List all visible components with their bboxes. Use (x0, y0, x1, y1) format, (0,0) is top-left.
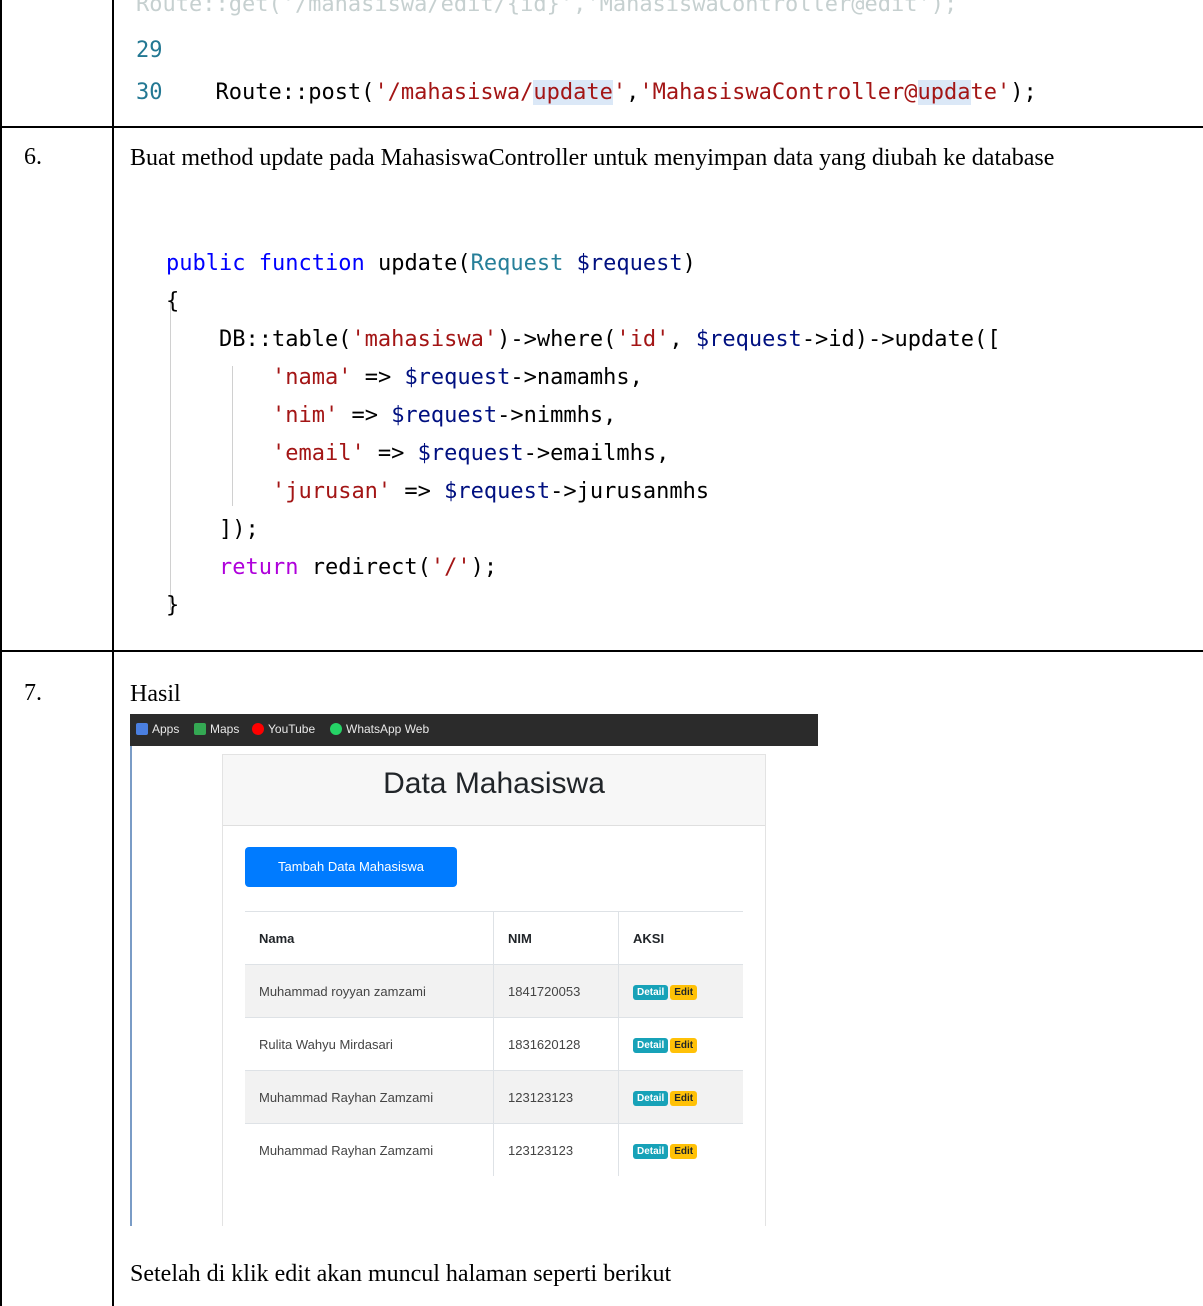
cell-nama: Muhammad royyan zamzami (245, 964, 494, 1018)
card-header: Data Mahasiswa (223, 755, 765, 826)
clipped-code-line: Route::get('/mahasiswa/edit/{id}','Mahas… (136, 0, 958, 17)
method-code-line: 'jurusan' => $request->jurusanmhs (271, 479, 710, 504)
method-code-line: 'nim' => $request->nimmhs, (271, 403, 617, 428)
table-border-left (0, 0, 2, 1306)
table-row: Rulita Wahyu Mirdasari 1831620128 Detail Ed… (245, 1017, 743, 1071)
method-code-line: ]); (166, 517, 259, 542)
row-divider (0, 126, 1203, 128)
row-divider (0, 650, 1203, 652)
column-divider (112, 0, 114, 1306)
cell-nama: Rulita Wahyu Mirdasari (245, 1017, 494, 1071)
step-description: Buat method update pada MahasiswaControl… (130, 145, 1055, 171)
edit-button[interactable]: Edit (670, 1037, 698, 1053)
bookmark-youtube[interactable]: YouTube (252, 722, 315, 736)
document-table: Route::get('/mahasiswa/edit/{id}','Mahas… (0, 0, 1203, 1306)
cell-nim: 123123123 (493, 1070, 619, 1124)
step-footer-text: Setelah di klik edit akan muncul halaman… (130, 1261, 672, 1287)
cell-aksi: Detail Edit (618, 1123, 743, 1176)
apps-grid-icon (136, 723, 148, 735)
table-row: Muhammad Rayhan Zamzami 123123123 Detail Ed… (245, 1070, 743, 1124)
cell-aksi: Detail Edit (618, 1070, 743, 1124)
youtube-icon (252, 723, 264, 735)
method-code-line: { (166, 289, 180, 314)
cell-aksi: Detail Edit (618, 964, 743, 1018)
window-edge (130, 746, 132, 1226)
col-header-nim: NIM (493, 911, 619, 965)
cell-nama: Muhammad Rayhan Zamzami (245, 1070, 494, 1124)
method-code-line: DB::table('mahasiswa')->where('id', $req… (166, 327, 1001, 352)
col-header-nama: Nama (245, 911, 494, 965)
bookmark-whatsapp[interactable]: WhatsApp Web (330, 722, 429, 736)
bookmarks-bar: Apps Maps YouTube WhatsApp Web (130, 714, 818, 746)
bookmark-maps[interactable]: Maps (194, 722, 239, 736)
detail-button[interactable]: Detail (633, 1090, 669, 1106)
code-line-29: 29 (136, 38, 163, 63)
method-code-line: } (166, 593, 180, 618)
result-screenshot: Apps Maps YouTube WhatsApp Web Data Maha… (130, 714, 818, 1226)
whatsapp-icon (330, 723, 342, 735)
cell-nama: Muhammad Rayhan Zamzami (245, 1123, 494, 1176)
cell-aksi: Detail Edit (618, 1017, 743, 1071)
edit-button[interactable]: Edit (670, 1090, 698, 1106)
table-row: Muhammad Rayhan Zamzami 123123123 Detail Ed… (245, 1123, 743, 1176)
table-row: Muhammad royyan zamzami 1841720053 Detail E… (245, 964, 743, 1018)
method-code-line: 'email' => $request->emailmhs, (271, 441, 670, 466)
cell-nim: 1841720053 (493, 964, 619, 1018)
bookmark-apps[interactable]: Apps (136, 722, 179, 736)
maps-icon (194, 723, 206, 735)
detail-button[interactable]: Detail (633, 984, 669, 1000)
step-number: 7. (24, 680, 42, 706)
detail-button[interactable]: Detail (633, 1037, 669, 1053)
data-card: Data Mahasiswa Tambah Data Mahasiswa Nam… (222, 754, 766, 1226)
add-student-button[interactable]: Tambah Data Mahasiswa (245, 847, 457, 887)
step-number: 6. (24, 144, 42, 170)
method-code-line: public function update(Request $request) (166, 251, 696, 276)
student-table: Nama NIM AKSI Muhammad royyan zamzami 184… (245, 911, 743, 1176)
page-title: Data Mahasiswa (383, 767, 605, 800)
method-code-line: 'nama' => $request->namamhs, (271, 365, 643, 390)
detail-button[interactable]: Detail (633, 1143, 669, 1159)
edit-button[interactable]: Edit (670, 984, 698, 1000)
cell-nim: 1831620128 (493, 1017, 619, 1071)
step-title: Hasil (130, 681, 181, 707)
method-code-line: return redirect('/'); (218, 555, 498, 580)
cell-nim: 123123123 (493, 1123, 619, 1176)
col-header-aksi: AKSI (618, 911, 743, 965)
code-line-30: 30 Route::post('/mahasiswa/update','Maha… (136, 80, 1037, 105)
edit-button[interactable]: Edit (670, 1143, 698, 1159)
